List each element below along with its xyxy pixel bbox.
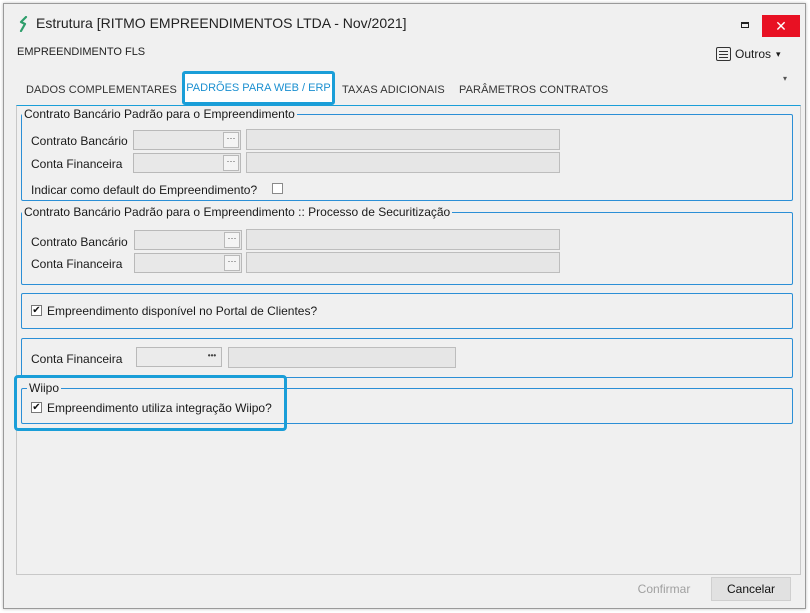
tab-dados-complementares[interactable]: DADOS COMPLEMENTARES	[26, 84, 177, 96]
page-title: EMPREENDIMENTO FLS	[17, 46, 146, 58]
contrato-bancario-securitizacao-description	[246, 229, 560, 250]
portal-clientes-checkbox[interactable]: ✔	[31, 305, 42, 316]
wiipo-highlight-frame	[14, 375, 287, 431]
conta-financeira-label: Conta Financeira	[31, 352, 123, 366]
outros-menu-button[interactable]: Outros ▾	[716, 45, 781, 63]
conta-financeira-combo[interactable]: ···	[133, 153, 241, 173]
contrato-bancario-description	[246, 129, 560, 150]
contrato-bancario-label: Contrato Bancário	[31, 235, 128, 249]
group-legend: Contrato Bancário Padrão para o Empreend…	[22, 107, 297, 121]
conta-financeira-combo-2[interactable]: •••	[136, 347, 222, 367]
cancel-button[interactable]: Cancelar	[711, 577, 791, 601]
conta-financeira-securitizacao-description	[246, 252, 560, 273]
tab-padroes-web-erp[interactable]: PADRÕES PARA WEB / ERP	[182, 71, 335, 105]
window-title: Estrutura [RITMO EMPREENDIMENTOS LTDA - …	[36, 15, 407, 31]
chevron-down-icon: ▾	[776, 48, 781, 59]
conta-financeira-securitizacao-lookup-button[interactable]: ···	[224, 255, 240, 271]
group-portal-clientes: ✔ Empreendimento disponível no Portal de…	[21, 293, 793, 329]
contrato-bancario-label: Contrato Bancário	[31, 134, 128, 148]
contrato-bancario-securitizacao-combo[interactable]: ···	[134, 230, 242, 250]
default-empreendimento-label: Indicar como default do Empreendimento?	[31, 183, 258, 197]
title-bar: Estrutura [RITMO EMPREENDIMENTOS LTDA - …	[4, 4, 805, 42]
group-securitizacao: Contrato Bancário Padrão para o Empreend…	[21, 205, 793, 285]
tab-parametros-contratos[interactable]: PARÂMETROS CONTRATOS	[459, 84, 608, 96]
conta-financeira-description-2	[228, 347, 456, 368]
conta-financeira-description	[246, 152, 560, 173]
contrato-bancario-securitizacao-lookup-button[interactable]: ···	[224, 232, 240, 248]
close-icon: ✕	[775, 17, 787, 34]
portal-clientes-label: Empreendimento disponível no Portal de C…	[47, 304, 318, 318]
group-contrato-bancario: Contrato Bancário Padrão para o Empreend…	[21, 107, 793, 201]
app-logo-icon	[19, 16, 28, 32]
conta-financeira-lookup-button[interactable]: ···	[223, 155, 239, 171]
conta-financeira-label: Conta Financeira	[31, 157, 123, 171]
group-conta-financeira: Conta Financeira •••	[21, 338, 793, 378]
default-empreendimento-checkbox[interactable]	[272, 183, 283, 194]
maximize-icon	[741, 22, 749, 28]
conta-financeira-securitizacao-combo[interactable]: ···	[134, 253, 242, 273]
list-icon	[716, 47, 731, 61]
conta-financeira-label: Conta Financeira	[31, 257, 123, 271]
conta-financeira-lookup-button-2[interactable]: •••	[204, 349, 220, 365]
outros-label: Outros	[735, 47, 772, 61]
maximize-button[interactable]	[730, 14, 760, 36]
contrato-bancario-combo[interactable]: ···	[133, 130, 241, 150]
tab-bar: DADOS COMPLEMENTARES PADRÕES PARA WEB / …	[16, 68, 801, 106]
close-button[interactable]: ✕	[762, 15, 800, 37]
tab-label-active: PADRÕES PARA WEB / ERP	[186, 82, 331, 94]
tab-panel: Contrato Bancário Padrão para o Empreend…	[16, 105, 801, 575]
contrato-bancario-lookup-button[interactable]: ···	[223, 132, 239, 148]
tab-taxas-adicionais[interactable]: TAXAS ADICIONAIS	[342, 84, 445, 96]
main-window: Estrutura [RITMO EMPREENDIMENTOS LTDA - …	[3, 3, 806, 609]
group-legend: Contrato Bancário Padrão para o Empreend…	[22, 205, 453, 219]
confirm-button[interactable]: Confirmar	[624, 577, 704, 601]
